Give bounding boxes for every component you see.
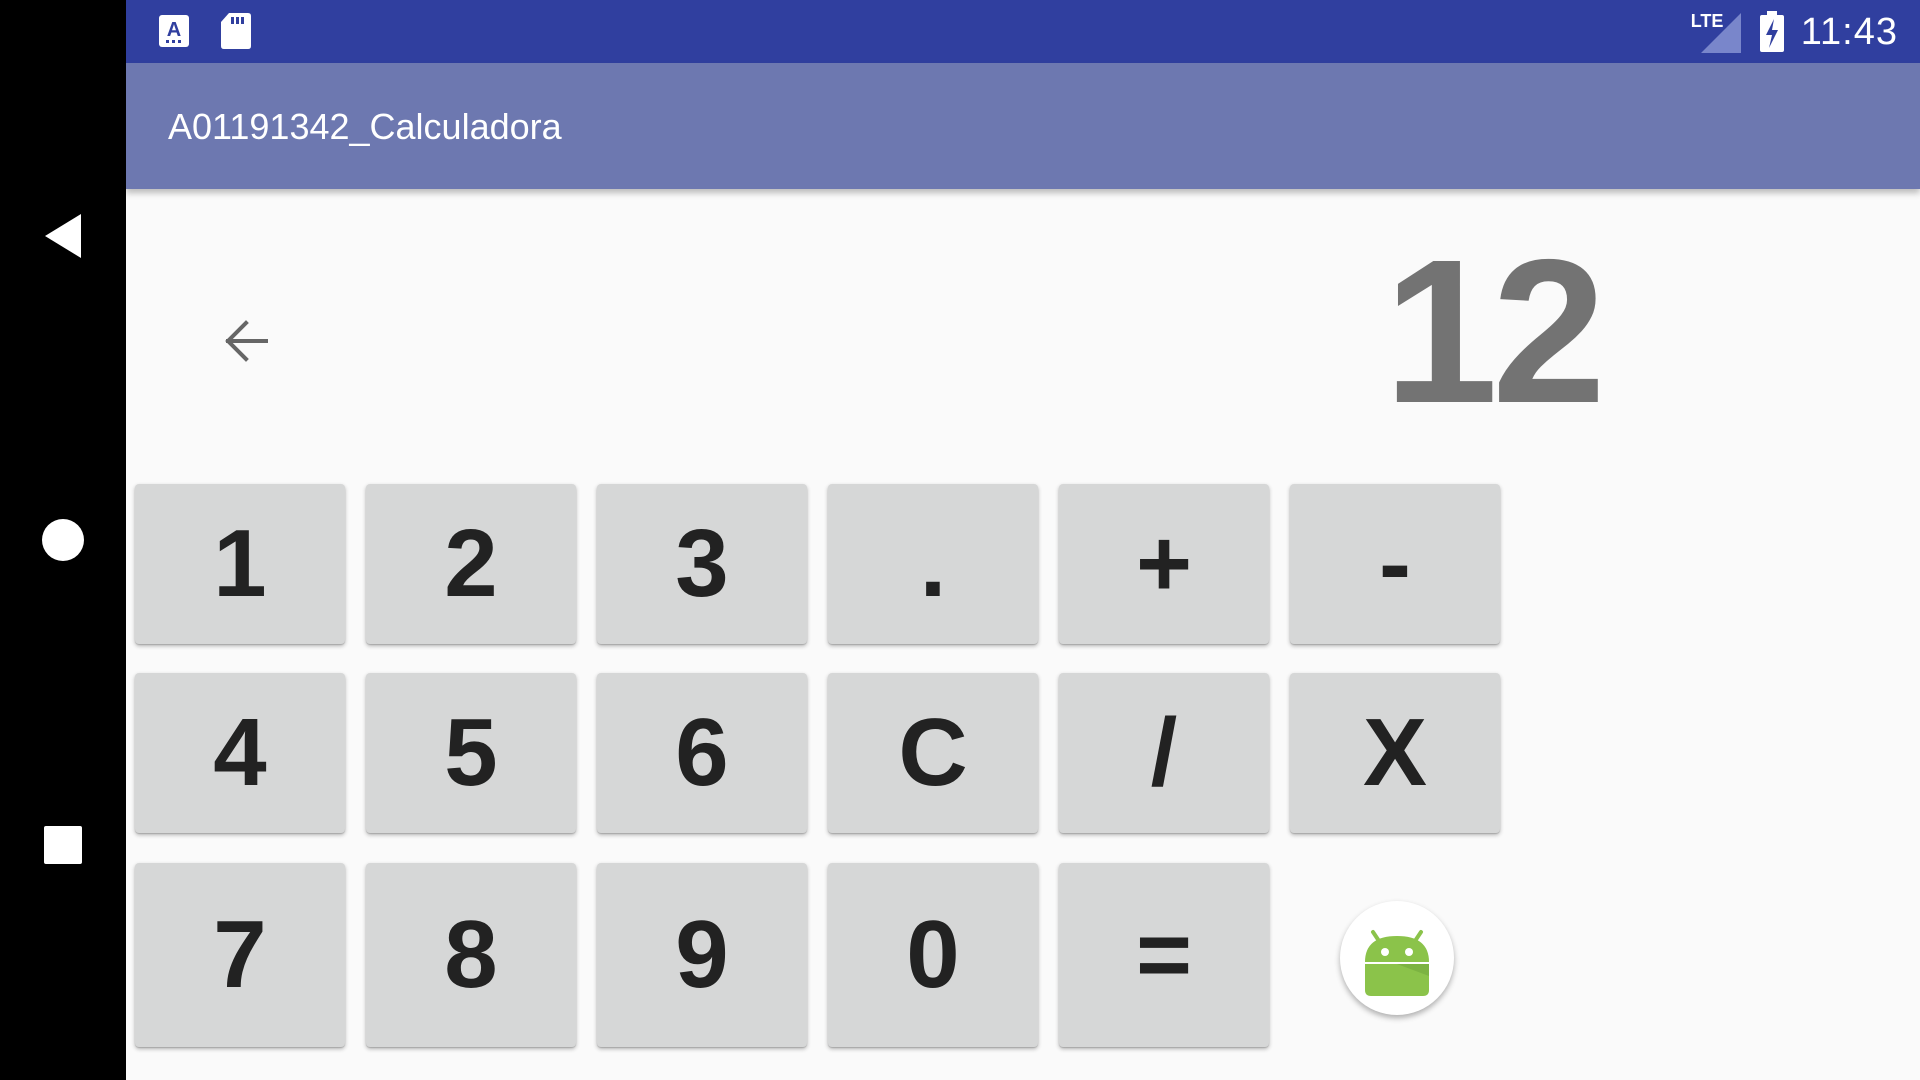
back-button[interactable]: [0, 191, 126, 281]
app-title: A01191342_Calculadora: [168, 106, 562, 147]
navigation-bar: [0, 0, 126, 1080]
key-4[interactable]: 4: [135, 673, 345, 833]
key-subtract[interactable]: -: [1290, 484, 1500, 644]
svg-text:A: A: [167, 19, 181, 41]
key-multiply[interactable]: X: [1290, 673, 1500, 833]
android-button[interactable]: [1340, 901, 1454, 1015]
key-divide[interactable]: /: [1059, 673, 1269, 833]
home-button[interactable]: [0, 495, 126, 585]
key-0[interactable]: 0: [828, 863, 1038, 1047]
key-decimal-point[interactable]: .: [828, 484, 1038, 644]
key-1[interactable]: 1: [135, 484, 345, 644]
back-triangle-icon: [45, 214, 81, 258]
key-3[interactable]: 3: [597, 484, 807, 644]
key-8[interactable]: 8: [366, 863, 576, 1047]
home-circle-icon: [42, 519, 84, 561]
status-bar: A LTE 11:43: [126, 0, 1920, 63]
key-2[interactable]: 2: [366, 484, 576, 644]
battery-charging-icon: [1759, 11, 1784, 52]
result-display: 12: [1383, 217, 1606, 446]
key-add[interactable]: +: [1059, 484, 1269, 644]
key-clear[interactable]: C: [828, 673, 1038, 833]
recents-button[interactable]: [0, 800, 126, 890]
android-robot-icon: [1365, 930, 1429, 996]
key-7[interactable]: 7: [135, 863, 345, 1047]
key-9[interactable]: 9: [597, 863, 807, 1047]
app-bar: A01191342_Calculadora: [126, 63, 1920, 189]
network-type-label: LTE: [1690, 11, 1724, 31]
calculator-screen: 12 1 2 3 . + - 4 5 6 C / X 7 8 9 0 =: [126, 189, 1920, 1080]
cellular-signal-icon: LTE: [1691, 9, 1743, 55]
sd-card-icon: [221, 13, 251, 49]
key-5[interactable]: 5: [366, 673, 576, 833]
keyboard-a-icon: A: [159, 15, 189, 47]
status-clock: 11:43: [1800, 10, 1898, 53]
recents-square-icon: [44, 826, 82, 864]
key-equals[interactable]: =: [1059, 863, 1269, 1047]
backspace-button[interactable]: [204, 299, 288, 383]
key-6[interactable]: 6: [597, 673, 807, 833]
arrow-left-icon: [225, 320, 268, 362]
